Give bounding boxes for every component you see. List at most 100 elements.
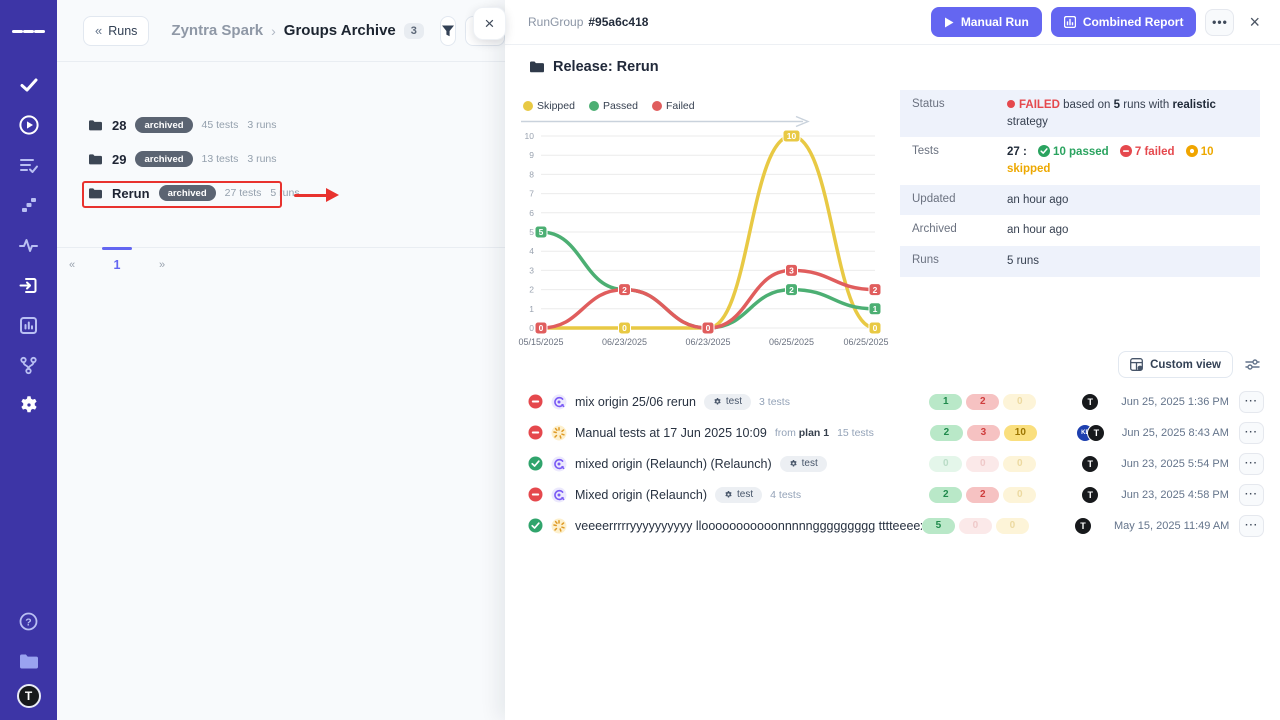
back-label: Runs [108,24,137,38]
failed-count-badge: 0 [959,518,992,534]
run-tag-pill: test [780,456,827,472]
automated-run-icon [551,394,567,410]
run-result-badges: 2 3 10 [930,425,1060,441]
run-failed-icon [528,487,543,502]
group-list-item[interactable]: 29 archived 13 tests 3 runs [57,142,505,176]
run-list-item[interactable]: mixed origin (Relaunch) (Relaunch) test … [528,448,1264,479]
prev-page-button[interactable]: « [57,259,87,271]
svg-text:7: 7 [529,189,534,199]
current-page[interactable]: 1 [102,258,132,272]
back-to-runs-button[interactable]: « Runs [83,16,149,46]
checklist-icon[interactable] [12,148,46,182]
sliders-icon[interactable] [1245,358,1260,371]
manual-run-icon [551,518,567,534]
custom-view-button[interactable]: Custom view [1118,351,1233,378]
gear-icon[interactable] [12,388,46,422]
archived-badge: archived [135,151,192,167]
filter-button[interactable] [440,16,456,46]
passed-count-badge: 5 [922,518,955,534]
rungroup-id: #95a6c418 [588,15,648,29]
groups-panel: « Runs Zyntra Spark › Groups Archive 3 2… [57,0,505,720]
detail-header: RunGroup #95a6c418 Manual Run Combined R… [505,0,1280,45]
run-more-button[interactable]: ··· [1239,515,1264,537]
chart-legend: Skipped Passed Failed [513,98,901,114]
breadcrumb-page: Groups Archive [284,22,396,39]
app-window: ? T « Runs Zyntra Spark › Groups Archive… [0,0,1280,720]
run-more-button[interactable]: ··· [1239,484,1264,506]
run-avatars: T [1052,517,1114,535]
combined-report-button[interactable]: Combined Report [1051,7,1197,37]
help-icon[interactable]: ? [12,604,46,638]
user-avatar[interactable]: T [17,684,41,708]
next-page-button[interactable]: » [147,259,177,271]
sidebar: ? T [0,0,57,720]
status-failed-badge: FAILED [1019,99,1060,111]
svg-text:06/23/2025: 06/23/2025 [685,337,730,347]
run-list-item[interactable]: Mixed origin (Relaunch) test 4 tests 2 2… [528,479,1264,510]
legend-dot-icon [589,101,599,111]
skipped-count-badge: 0 [996,518,1029,534]
run-date: Jun 25, 2025 8:43 AM [1122,427,1239,439]
manual-run-button[interactable]: Manual Run [931,7,1042,37]
group-runs-count: 5 runs [270,187,299,199]
legend-item[interactable]: Passed [589,100,638,112]
passed-icon [1038,145,1050,157]
svg-text:0: 0 [873,323,878,333]
svg-text:0: 0 [706,323,711,333]
svg-text:6: 6 [529,208,534,218]
gear-icon [713,397,722,406]
run-more-button[interactable]: ··· [1239,453,1264,475]
steps-icon[interactable] [12,188,46,222]
group-name: 28 [112,118,126,133]
svg-text:5: 5 [529,227,534,237]
run-tag-pill: test [715,487,762,503]
avatar[interactable]: T [1081,486,1099,504]
run-more-button[interactable]: ··· [1239,422,1264,444]
activity-icon[interactable] [12,228,46,262]
fork-icon[interactable] [12,348,46,382]
avatar[interactable]: T [1074,517,1092,535]
funnel-icon [441,24,455,38]
legend-dot-icon [523,101,533,111]
breadcrumb: Zyntra Spark › Groups Archive 3 [171,22,423,39]
avatar[interactable]: T [1081,393,1099,411]
skipped-count-badge: 0 [1003,394,1036,410]
group-list-item[interactable]: 28 archived 45 tests 3 runs [57,108,505,142]
skipped-icon [1186,145,1198,157]
panel-edge-close-button[interactable]: × [473,7,506,40]
menu-icon[interactable] [12,14,46,48]
play-circle-icon[interactable] [12,108,46,142]
run-list-item[interactable]: veeeerrrrryyyyyyyyyy llooooooooooonnnnng… [528,510,1264,541]
runs-count-value: 5 runs [1007,253,1248,270]
group-list-item[interactable]: Rerun archived 27 tests 5 runs [57,176,505,210]
legend-item[interactable]: Failed [652,100,695,112]
failed-count-badge: 3 [967,425,1000,441]
run-tag-pill: test [704,394,751,410]
summary-row-runs: Runs 5 runs [900,246,1260,277]
failed-count-badge: 2 [966,487,999,503]
import-icon[interactable] [12,268,46,302]
archived-value: an hour ago [1007,222,1248,239]
run-result-badges: 0 0 0 [929,456,1059,472]
svg-text:5: 5 [539,227,544,237]
folder-icon [88,187,103,200]
run-more-button[interactable]: ··· [1239,391,1264,413]
avatar[interactable]: T [1087,424,1105,442]
tasks-check-icon[interactable] [12,68,46,102]
more-actions-button[interactable]: ••• [1205,9,1234,36]
avatar[interactable]: T [1081,455,1099,473]
gear-icon [789,459,798,468]
group-tests-count: 45 tests [202,119,239,131]
close-panel-icon[interactable]: × [1243,12,1266,33]
run-list-item[interactable]: Manual tests at 17 Jun 2025 10:09 from p… [528,417,1264,448]
groups-panel-header: « Runs Zyntra Spark › Groups Archive 3 [57,0,505,62]
breadcrumb-project[interactable]: Zyntra Spark [171,22,263,39]
list-divider [57,247,505,248]
analytics-icon[interactable] [12,308,46,342]
legend-item[interactable]: Skipped [523,100,575,112]
passed-count-badge: 0 [929,456,962,472]
gear-icon [724,490,733,499]
run-list-item[interactable]: mix origin 25/06 rerun test 3 tests 1 2 … [528,386,1264,417]
folder-icon[interactable] [12,644,46,678]
svg-text:1: 1 [529,304,534,314]
